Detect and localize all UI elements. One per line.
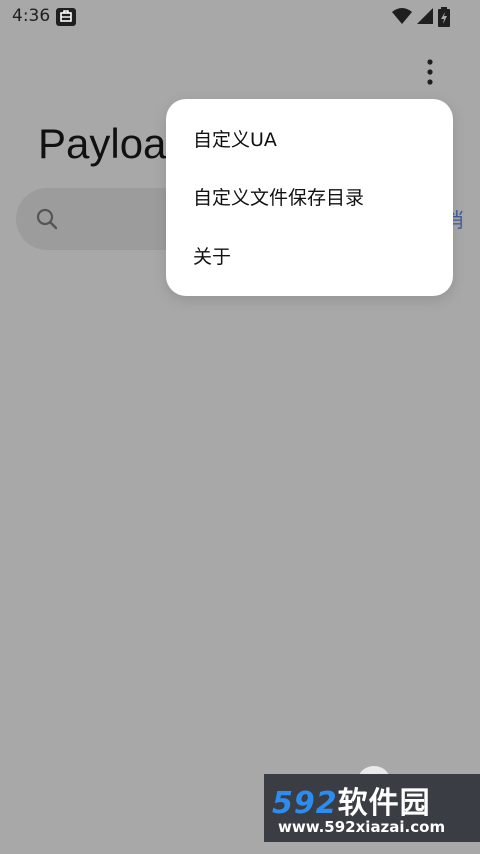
wifi-icon <box>392 8 412 24</box>
cellular-signal-icon <box>417 8 433 24</box>
status-time: 4:36 <box>12 6 51 26</box>
menu-item-about[interactable]: 关于 <box>166 226 453 284</box>
status-bar: 4:36 <box>0 0 480 34</box>
more-vert-icon <box>427 59 433 85</box>
watermark-url: www.592xiazai.com <box>278 818 446 836</box>
menu-item-custom-ua[interactable]: 自定义UA <box>166 109 453 167</box>
notification-icon <box>56 8 76 26</box>
watermark-logo: 592软件园 www.592xiazai.com <box>264 774 480 842</box>
page-title: Payloa <box>38 120 167 167</box>
watermark-number: 592 <box>272 786 338 821</box>
overflow-menu-button[interactable] <box>414 56 446 88</box>
overflow-popup-menu: 自定义UA 自定义文件保存目录 关于 <box>166 99 453 296</box>
menu-item-custom-save-directory[interactable]: 自定义文件保存目录 <box>166 167 453 225</box>
search-icon <box>36 208 58 230</box>
watermark-text: 软件园 <box>337 786 431 821</box>
battery-charging-icon <box>438 7 450 27</box>
